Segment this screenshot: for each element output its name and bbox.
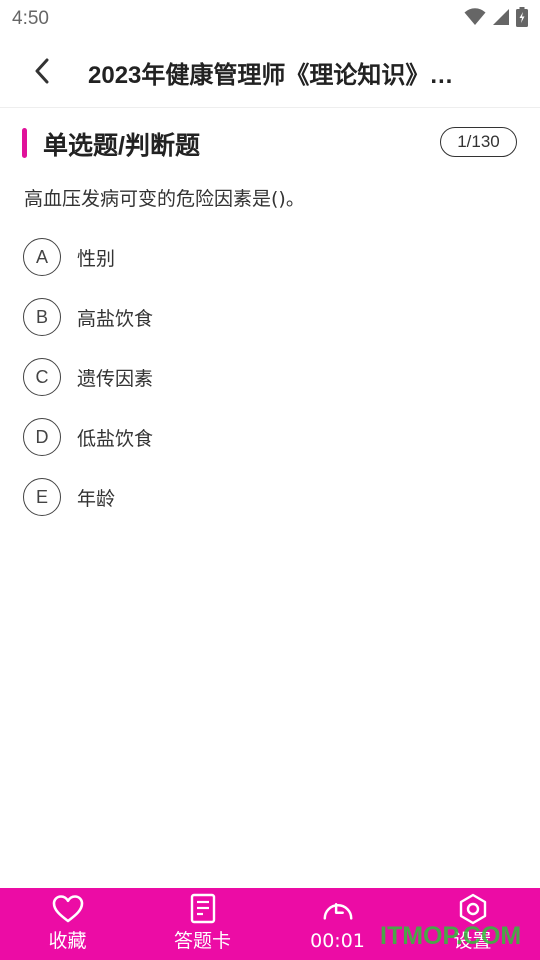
chevron-left-icon: [34, 58, 50, 88]
heart-icon: [51, 892, 85, 926]
answer-sheet-icon: [186, 892, 220, 926]
option-letter: A: [23, 238, 61, 276]
answer-sheet-label: 答题卡: [173, 930, 231, 952]
option-text: 低盐饮食: [77, 428, 154, 450]
back-button[interactable]: [12, 43, 72, 103]
signal-icon: [492, 8, 510, 30]
section-accent-bar: [22, 128, 27, 158]
option-text: 高盐饮食: [77, 308, 154, 330]
option-letter: E: [23, 478, 61, 516]
option-letter: B: [23, 298, 61, 336]
section-header: 单选题/判断题 1/130: [0, 122, 540, 164]
status-bar: 4:50: [0, 0, 540, 38]
app-header: 2023年健康管理师《理论知识》…: [0, 38, 540, 108]
option-b[interactable]: B 高盐饮食: [0, 296, 540, 356]
option-text: 遗传因素: [77, 368, 154, 390]
question-progress-badge: 1/130: [440, 127, 517, 157]
option-c[interactable]: C 遗传因素: [0, 356, 540, 416]
page-title: 2023年健康管理师《理论知识》…: [88, 62, 454, 89]
timer-icon: [321, 892, 355, 926]
settings-icon: [456, 892, 490, 926]
option-text: 年龄: [77, 488, 116, 510]
option-text: 性别: [77, 248, 116, 270]
timer-label: 00:01: [310, 930, 365, 952]
option-letter: D: [23, 418, 61, 456]
status-time: 4:50: [12, 8, 49, 29]
watermark-text: ITMOP.COM: [380, 922, 522, 950]
option-a[interactable]: A 性别: [0, 236, 540, 296]
favorite-label: 收藏: [48, 930, 87, 952]
question-text: 高血压发病可变的危险因素是()。: [24, 188, 305, 210]
option-letter: C: [23, 358, 61, 396]
favorite-button[interactable]: 收藏: [0, 888, 135, 960]
section-title: 单选题/判断题: [43, 132, 200, 160]
option-d[interactable]: D 低盐饮食: [0, 416, 540, 476]
options-list: A 性别 B 高盐饮食 C 遗传因素 D 低盐饮食 E 年龄: [0, 236, 540, 536]
wifi-icon: [464, 8, 486, 30]
answer-sheet-button[interactable]: 答题卡: [135, 888, 270, 960]
option-e[interactable]: E 年龄: [0, 476, 540, 536]
battery-icon: [516, 7, 528, 31]
status-icons: [464, 7, 528, 31]
